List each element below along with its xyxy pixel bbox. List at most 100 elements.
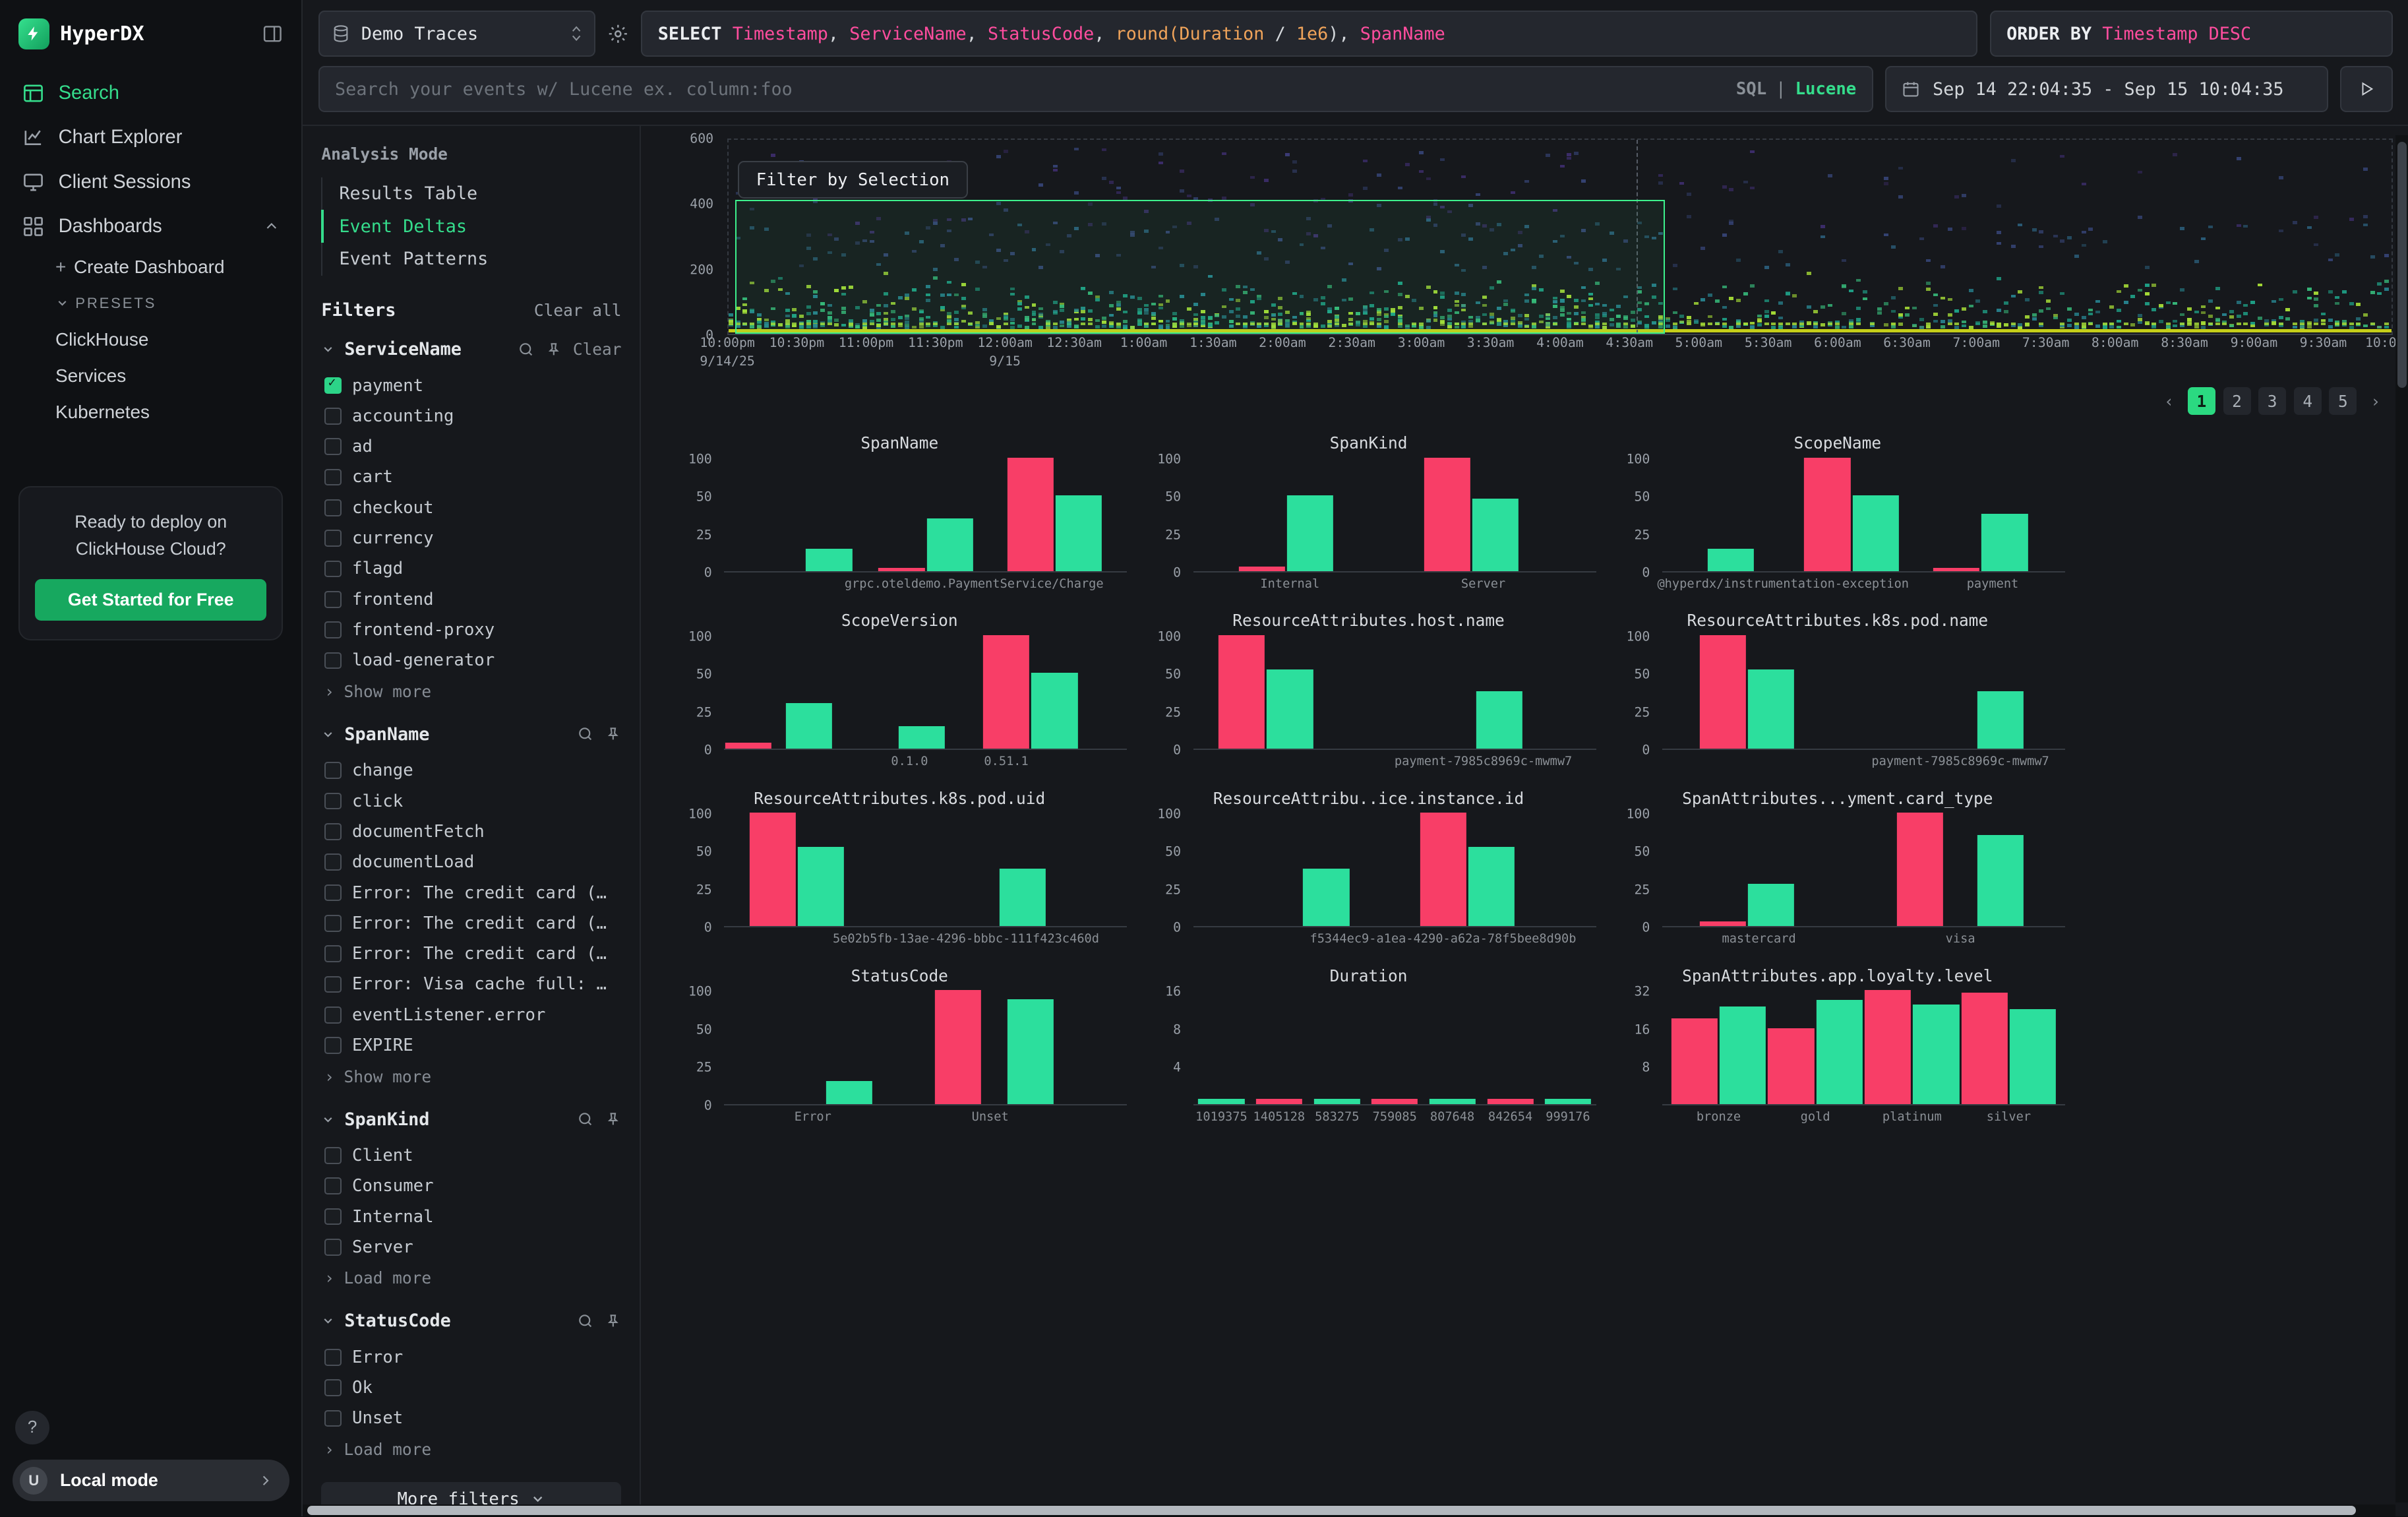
filter-option-currency[interactable]: currency <box>321 523 621 553</box>
chevron-down-icon[interactable] <box>321 1113 335 1127</box>
bar[interactable] <box>1977 691 2024 749</box>
help-button[interactable]: ? <box>15 1411 49 1444</box>
bar-chart-plot[interactable] <box>724 814 1127 928</box>
bar-chart-plot[interactable] <box>1193 991 1596 1105</box>
search-input[interactable] <box>335 79 1724 100</box>
bar[interactable] <box>1303 869 1349 926</box>
checkbox[interactable] <box>324 976 342 993</box>
order-by-input[interactable]: ORDER BY Timestamp DESC <box>1990 11 2393 57</box>
bar[interactable] <box>1962 993 2008 1104</box>
bar[interactable] <box>983 635 1029 749</box>
bar[interactable] <box>1238 567 1284 571</box>
sidebar-item-chart-explorer[interactable]: Chart Explorer <box>0 115 301 160</box>
bar[interactable] <box>1287 495 1333 571</box>
lucene-language-toggle[interactable]: Lucene <box>1795 79 1857 99</box>
filter-option-documentfetch[interactable]: documentFetch <box>321 817 621 847</box>
bar[interactable] <box>1545 1099 1591 1103</box>
filter-option-consumer[interactable]: Consumer <box>321 1171 621 1201</box>
bar-chart-plot[interactable] <box>724 991 1127 1105</box>
bar[interactable] <box>926 518 973 571</box>
checkbox[interactable] <box>324 377 342 394</box>
bar[interactable] <box>1817 1000 1863 1104</box>
horizontal-scrollbar[interactable] <box>303 1504 2395 1517</box>
filter-option-eventlistener-error[interactable]: eventListener.error <box>321 1000 621 1030</box>
bar[interactable] <box>1748 884 1794 926</box>
run-query-button[interactable] <box>2340 66 2392 112</box>
bar-chart-plot[interactable] <box>724 459 1127 573</box>
pagination-page-3[interactable]: 3 <box>2258 387 2286 415</box>
filter-option-error-the-credit-card-[interactable]: Error: The credit card (… <box>321 877 621 908</box>
filter-by-selection-button[interactable]: Filter by Selection <box>738 161 968 199</box>
checkbox[interactable] <box>324 530 342 547</box>
checkbox[interactable] <box>324 1410 342 1427</box>
horizontal-scrollbar-thumb[interactable] <box>307 1506 2355 1515</box>
checkbox[interactable] <box>324 1037 342 1054</box>
bar-chart-plot[interactable] <box>1662 814 2065 928</box>
bar[interactable] <box>1933 568 1979 571</box>
bar[interactable] <box>1708 549 1754 572</box>
bar-chart-plot[interactable] <box>1662 459 2065 573</box>
bar[interactable] <box>1429 1099 1475 1103</box>
bar-chart-plot[interactable] <box>724 636 1127 751</box>
bar[interactable] <box>2010 1009 2056 1104</box>
bar-chart-plot[interactable] <box>1193 636 1596 751</box>
collapse-sidebar-icon[interactable] <box>262 23 284 45</box>
analysis-mode-results-table[interactable]: Results Table <box>321 177 621 210</box>
analysis-mode-event-deltas[interactable]: Event Deltas <box>321 210 621 243</box>
checkbox[interactable] <box>324 823 342 840</box>
analysis-mode-event-patterns[interactable]: Event Patterns <box>321 243 621 276</box>
checkbox[interactable] <box>324 1208 342 1225</box>
date-range-picker[interactable]: Sep 14 22:04:35 - Sep 15 10:04:35 <box>1885 66 2328 112</box>
bar[interactable] <box>786 703 832 749</box>
bar[interactable] <box>1468 847 1515 927</box>
pagination-page-4[interactable]: 4 <box>2294 387 2322 415</box>
settings-gear-icon[interactable] <box>607 23 629 45</box>
checkbox[interactable] <box>324 793 342 810</box>
bar[interactable] <box>878 568 924 571</box>
bar[interactable] <box>1853 495 1899 571</box>
checkbox[interactable] <box>324 438 342 455</box>
checkbox[interactable] <box>324 1379 342 1396</box>
filter-option-error[interactable]: Error <box>321 1342 621 1373</box>
bar[interactable] <box>1198 1099 1244 1103</box>
filter-option-client[interactable]: Client <box>321 1140 621 1171</box>
filter-option-change[interactable]: change <box>321 755 621 786</box>
filter-option-load-generator[interactable]: load-generator <box>321 645 621 675</box>
local-mode-button[interactable]: U Local mode <box>13 1460 289 1501</box>
bar[interactable] <box>1748 669 1794 749</box>
filter-option-frontend-proxy[interactable]: frontend-proxy <box>321 615 621 645</box>
bar[interactable] <box>1256 1099 1302 1103</box>
filter-option-cart[interactable]: cart <box>321 462 621 492</box>
filter-option-internal[interactable]: Internal <box>321 1201 621 1231</box>
filter-pin-icon[interactable] <box>545 341 562 358</box>
bar[interactable] <box>1671 1018 1718 1103</box>
checkbox[interactable] <box>324 499 342 516</box>
checkbox[interactable] <box>324 591 342 608</box>
bar[interactable] <box>1804 458 1850 572</box>
filter-option-flagd[interactable]: flagd <box>321 553 621 584</box>
filter-option-documentload[interactable]: documentLoad <box>321 847 621 877</box>
bar[interactable] <box>1008 458 1054 572</box>
sidebar-item-dashboards[interactable]: Dashboards <box>0 204 301 249</box>
filter-option-unset[interactable]: Unset <box>321 1403 621 1433</box>
filter-option-error-the-credit-card-[interactable]: Error: The credit card (… <box>321 939 621 969</box>
checkbox[interactable] <box>324 945 342 962</box>
pagination-page-2[interactable]: 2 <box>2223 387 2251 415</box>
checkbox[interactable] <box>324 1239 342 1256</box>
bar[interactable] <box>1424 458 1470 572</box>
bar[interactable] <box>1371 1099 1418 1103</box>
filter-option-server[interactable]: Server <box>321 1232 621 1262</box>
filter-option-error-the-credit-card-[interactable]: Error: The credit card (… <box>321 908 621 939</box>
heatmap-selection[interactable] <box>735 200 1665 334</box>
bar[interactable] <box>1267 669 1313 749</box>
filter-load-more[interactable]: › Load more <box>321 1262 621 1287</box>
bar[interactable] <box>1977 835 2024 926</box>
clear-all-filters-button[interactable]: Clear all <box>534 301 622 320</box>
filter-option-checkout[interactable]: checkout <box>321 493 621 523</box>
bar[interactable] <box>1476 691 1522 749</box>
vertical-scrollbar[interactable] <box>2395 135 2408 1502</box>
filter-option-click[interactable]: click <box>321 786 621 816</box>
checkbox[interactable] <box>324 1177 342 1194</box>
search-box[interactable]: SQL | Lucene <box>318 66 1873 112</box>
bar[interactable] <box>1699 635 1745 749</box>
